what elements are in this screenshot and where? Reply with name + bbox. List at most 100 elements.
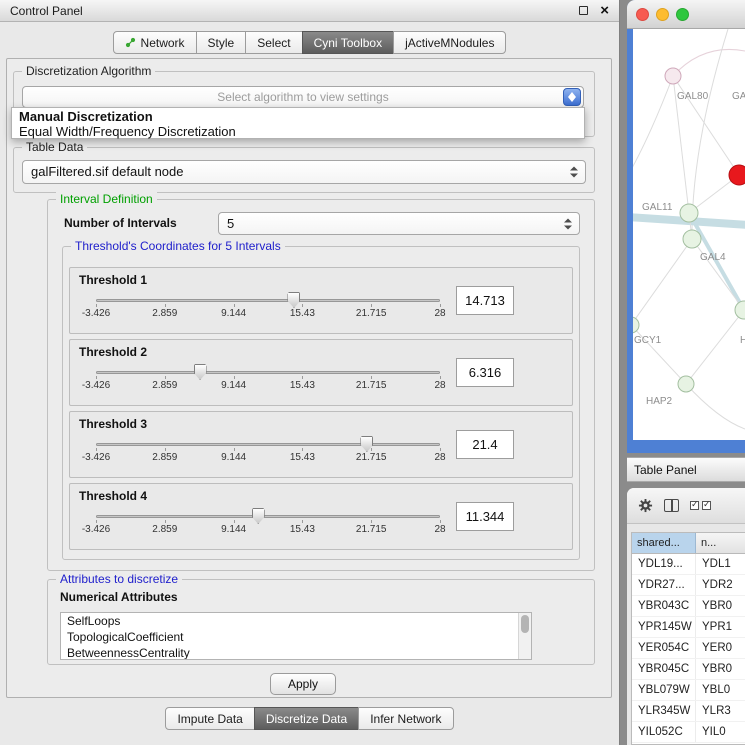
threshold-value-field[interactable]: 14.713 — [456, 286, 514, 315]
tab-style[interactable]: Style — [196, 31, 247, 54]
dropdown-option-equal-width-frequency[interactable]: Equal Width/Frequency Discretization — [12, 124, 584, 139]
gear-icon[interactable] — [638, 498, 653, 513]
network-edge[interactable] — [633, 76, 673, 177]
table-row[interactable]: YDR27...YDR2 — [632, 575, 745, 596]
table-cell[interactable]: YDL19... — [632, 554, 696, 574]
network-node-label: H — [740, 335, 745, 346]
slider-track[interactable] — [96, 371, 440, 374]
slider-track[interactable] — [96, 515, 440, 518]
minimize-traffic-light-icon[interactable] — [656, 8, 669, 21]
tab-label: Discretize Data — [266, 712, 347, 726]
table-cell[interactable]: YDR27... — [632, 575, 696, 595]
tab-cyni-toolbox[interactable]: Cyni Toolbox — [302, 31, 394, 54]
table-row[interactable]: YER054CYER0 — [632, 638, 745, 659]
apply-button[interactable]: Apply — [270, 673, 336, 695]
threshold-value-field[interactable]: 6.316 — [456, 358, 514, 387]
table-cell[interactable]: YBR0 — [696, 596, 745, 616]
float-window-icon[interactable] — [579, 6, 588, 15]
combobox-stepper-icon[interactable] — [563, 88, 581, 106]
network-node[interactable] — [683, 230, 701, 248]
table-cell[interactable]: YBL0 — [696, 680, 745, 700]
table-cell[interactable]: YLR3 — [696, 701, 745, 721]
slider-tick — [440, 304, 441, 307]
table-cell[interactable]: YPR1 — [696, 617, 745, 637]
table-row[interactable]: YBR045CYBR0 — [632, 659, 745, 680]
attribute-item[interactable]: SelfLoops — [61, 613, 531, 629]
attribute-item[interactable]: TopologicalCoefficient — [61, 629, 531, 645]
network-edge[interactable] — [633, 325, 686, 384]
table-cell[interactable]: YER054C — [632, 638, 696, 658]
network-node-label: GAL4 — [700, 252, 726, 263]
network-edge[interactable] — [633, 239, 692, 325]
table-cell[interactable]: YBR0 — [696, 659, 745, 679]
table-cell[interactable]: YBR045C — [632, 659, 696, 679]
slider-thumb[interactable] — [252, 508, 265, 524]
table-row[interactable]: YBL079WYBL0 — [632, 680, 745, 701]
network-canvas[interactable]: GAL80GALGAL11GAL4GCY1HHAP2 — [633, 29, 745, 440]
attributes-list[interactable]: SelfLoopsTopologicalCoefficientBetweenne… — [60, 612, 532, 660]
network-edge[interactable] — [692, 29, 728, 239]
threshold-value-field[interactable]: 21.4 — [456, 430, 514, 459]
network-node[interactable] — [729, 165, 745, 185]
slider-track[interactable] — [96, 443, 440, 446]
table-cell[interactable]: YDR2 — [696, 575, 745, 595]
close-traffic-light-icon[interactable] — [636, 8, 649, 21]
columns-icon[interactable] — [664, 499, 679, 512]
algorithm-group-title: Discretization Algorithm — [22, 64, 155, 78]
table-cell[interactable]: YIL0 — [696, 722, 745, 742]
threshold-slider[interactable]: -3.4262.8599.14415.4321.71528 — [96, 434, 440, 474]
slider-tick — [165, 304, 166, 307]
tab-infer-network[interactable]: Infer Network — [358, 707, 453, 730]
table-data-combobox[interactable]: galFiltered.sif default node — [22, 160, 586, 184]
table-cell[interactable]: YLR345W — [632, 701, 696, 721]
table-cell[interactable]: YER0 — [696, 638, 745, 658]
network-edge[interactable] — [673, 49, 745, 76]
tab-impute-data[interactable]: Impute Data — [165, 707, 254, 730]
table-row[interactable]: YPR145WYPR1 — [632, 617, 745, 638]
slider-track[interactable] — [96, 299, 440, 302]
table-row[interactable]: YBR043CYBR0 — [632, 596, 745, 617]
algorithm-combobox[interactable]: Select algorithm to view settings — [22, 86, 584, 108]
num-intervals-combobox[interactable]: 5 — [218, 212, 580, 235]
close-window-icon[interactable]: × — [600, 6, 609, 16]
network-node[interactable] — [633, 317, 639, 333]
slider-thumb[interactable] — [194, 364, 207, 380]
network-node[interactable] — [678, 376, 694, 392]
dropdown-option-manual-discretization[interactable]: Manual Discretization — [12, 109, 584, 124]
scrollbar-thumb[interactable] — [521, 615, 529, 633]
slider-thumb[interactable] — [287, 292, 300, 308]
table-row[interactable]: YLR345WYLR3 — [632, 701, 745, 722]
table-cell[interactable]: YBR043C — [632, 596, 696, 616]
tab-network[interactable]: Network — [113, 31, 197, 54]
network-node[interactable] — [665, 68, 681, 84]
tab-discretize-data[interactable]: Discretize Data — [254, 707, 359, 730]
table-cell[interactable]: YBL079W — [632, 680, 696, 700]
threshold-value-field[interactable]: 11.344 — [456, 502, 514, 531]
table-row[interactable]: YIL052CYIL0 — [632, 722, 745, 743]
threshold-slider[interactable]: -3.4262.8599.14415.4321.71528 — [96, 362, 440, 402]
network-icon — [125, 37, 136, 48]
column-header-shared[interactable]: shared... — [632, 533, 696, 553]
threshold-slider[interactable]: -3.4262.8599.14415.4321.71528 — [96, 290, 440, 330]
attribute-item[interactable]: BetweennessCentrality — [61, 645, 531, 660]
network-node[interactable] — [735, 301, 745, 319]
network-node[interactable] — [680, 204, 698, 222]
select-columns-icon[interactable] — [690, 501, 711, 510]
network-node-label: GAL — [732, 91, 745, 102]
table-cell[interactable]: YDL1 — [696, 554, 745, 574]
column-header-n[interactable]: n... — [696, 533, 745, 553]
network-edge[interactable] — [686, 310, 744, 384]
tab-select[interactable]: Select — [245, 31, 302, 54]
zoom-traffic-light-icon[interactable] — [676, 8, 689, 21]
control-panel-window: Control Panel × NetworkStyleSelectCyni T… — [0, 0, 620, 745]
table-row[interactable]: YDL19...YDL1 — [632, 554, 745, 575]
table-cell[interactable]: YPR145W — [632, 617, 696, 637]
table-cell[interactable]: YIL052C — [632, 722, 696, 742]
threshold-panel: Threshold 3-3.4262.8599.14415.4321.71528… — [69, 411, 573, 478]
table-panel-titlebar: Table Panel — [627, 457, 745, 482]
attributes-scrollbar[interactable] — [518, 613, 531, 659]
network-edge[interactable] — [692, 239, 744, 310]
threshold-slider[interactable]: -3.4262.8599.14415.4321.71528 — [96, 506, 440, 546]
network-edge[interactable] — [686, 384, 745, 429]
tab-jactivemnodules[interactable]: jActiveMNodules — [393, 31, 506, 54]
